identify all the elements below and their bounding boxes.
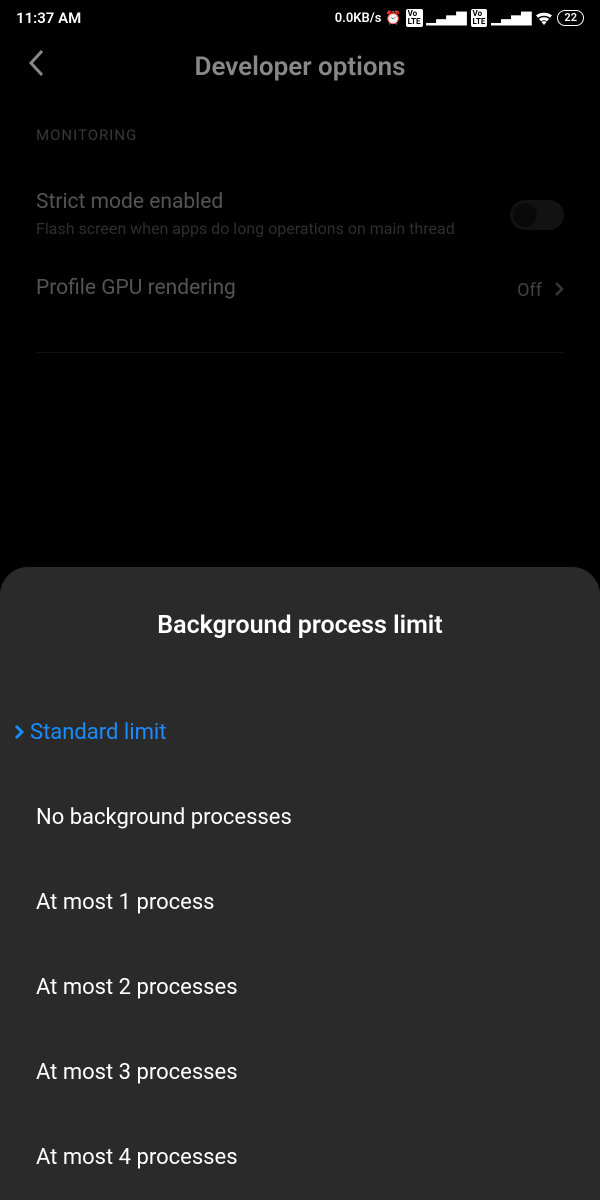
toggle-knob bbox=[513, 203, 537, 227]
settings-content: MONITORING Strict mode enabled Flash scr… bbox=[0, 126, 600, 353]
option-label: At most 1 process bbox=[36, 890, 215, 915]
volte-icon-2: VoLTE bbox=[471, 9, 488, 27]
status-time: 11:37 AM bbox=[16, 9, 81, 27]
section-monitoring: MONITORING bbox=[36, 126, 564, 144]
gpu-rendering-value: Off bbox=[517, 280, 542, 301]
option-no-background[interactable]: No background processes bbox=[0, 775, 600, 860]
setting-strict-mode[interactable]: Strict mode enabled Flash screen when ap… bbox=[36, 172, 564, 258]
selected-chevron-icon bbox=[14, 721, 24, 745]
option-label: No background processes bbox=[36, 805, 292, 830]
app-header: Developer options bbox=[0, 36, 600, 102]
option-2-processes[interactable]: At most 2 processes bbox=[0, 945, 600, 1030]
option-3-processes[interactable]: At most 3 processes bbox=[0, 1030, 600, 1115]
signal-icon-2: ▁▃▅▇ bbox=[491, 11, 531, 26]
strict-mode-toggle[interactable] bbox=[510, 200, 564, 230]
signal-icon-1: ▁▃▅▇ bbox=[427, 11, 467, 26]
divider bbox=[36, 352, 564, 353]
option-label: At most 3 processes bbox=[36, 1060, 238, 1085]
strict-mode-title: Strict mode enabled bbox=[36, 190, 510, 214]
gpu-rendering-title: Profile GPU rendering bbox=[36, 276, 517, 300]
setting-gpu-rendering[interactable]: Profile GPU rendering Off bbox=[36, 258, 564, 322]
status-bar: 11:37 AM 0.0KB/s ⏰ VoLTE ▁▃▅▇ VoLTE ▁▃▅▇… bbox=[0, 0, 600, 36]
alarm-icon: ⏰ bbox=[385, 11, 401, 26]
option-4-processes[interactable]: At most 4 processes bbox=[0, 1115, 600, 1200]
option-label: At most 4 processes bbox=[36, 1145, 238, 1170]
back-button[interactable] bbox=[28, 49, 44, 85]
volte-icon-1: VoLTE bbox=[406, 9, 423, 27]
option-label: At most 2 processes bbox=[36, 975, 238, 1000]
option-label: Standard limit bbox=[30, 720, 166, 745]
battery-icon: 22 bbox=[557, 10, 584, 26]
bottom-sheet: Background process limit Standard limit … bbox=[0, 567, 600, 1200]
sheet-title: Background process limit bbox=[0, 611, 600, 640]
status-right: 0.0KB/s ⏰ VoLTE ▁▃▅▇ VoLTE ▁▃▅▇ 22 bbox=[335, 9, 584, 27]
wifi-icon bbox=[535, 11, 553, 25]
option-standard-limit[interactable]: Standard limit bbox=[0, 690, 600, 775]
option-1-process[interactable]: At most 1 process bbox=[0, 860, 600, 945]
page-title: Developer options bbox=[20, 52, 580, 82]
data-rate: 0.0KB/s bbox=[335, 11, 382, 26]
chevron-right-icon bbox=[554, 278, 564, 302]
strict-mode-subtitle: Flash screen when apps do long operation… bbox=[36, 218, 510, 240]
